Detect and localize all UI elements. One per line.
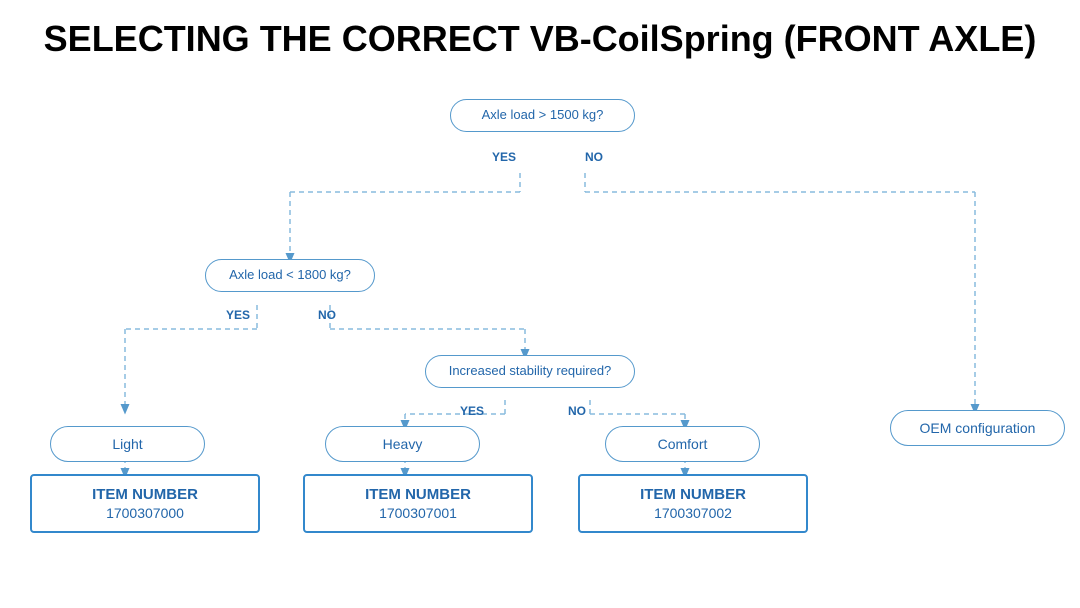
item-label-1: ITEM NUMBER	[317, 486, 519, 503]
q2-yes-label: YES	[226, 308, 250, 322]
item-box-0: ITEM NUMBER 1700307000	[30, 474, 260, 533]
q3-no-label: NO	[568, 404, 586, 418]
q3-yes-label: YES	[460, 404, 484, 418]
item-label-0: ITEM NUMBER	[44, 486, 246, 503]
question-1: Axle load > 1500 kg?	[450, 99, 635, 132]
item-number-2: 1700307002	[592, 505, 794, 521]
page-title: SELECTING THE CORRECT VB-CoilSpring (FRO…	[20, 18, 1060, 60]
diagram: Axle load > 1500 kg? YES NO Axle load < …	[20, 84, 1060, 544]
result-heavy: Heavy	[325, 426, 480, 462]
item-box-2: ITEM NUMBER 1700307002	[578, 474, 808, 533]
q2-no-label: NO	[318, 308, 336, 322]
item-number-0: 1700307000	[44, 505, 246, 521]
q1-no-label: NO	[585, 150, 603, 164]
item-number-1: 1700307001	[317, 505, 519, 521]
result-light: Light	[50, 426, 205, 462]
question-3: Increased stability required?	[425, 355, 635, 388]
item-box-1: ITEM NUMBER 1700307001	[303, 474, 533, 533]
page: SELECTING THE CORRECT VB-CoilSpring (FRO…	[0, 0, 1080, 608]
result-comfort: Comfort	[605, 426, 760, 462]
question-2: Axle load < 1800 kg?	[205, 259, 375, 292]
result-oem: OEM configuration	[890, 410, 1065, 446]
q1-yes-label: YES	[492, 150, 516, 164]
item-label-2: ITEM NUMBER	[592, 486, 794, 503]
